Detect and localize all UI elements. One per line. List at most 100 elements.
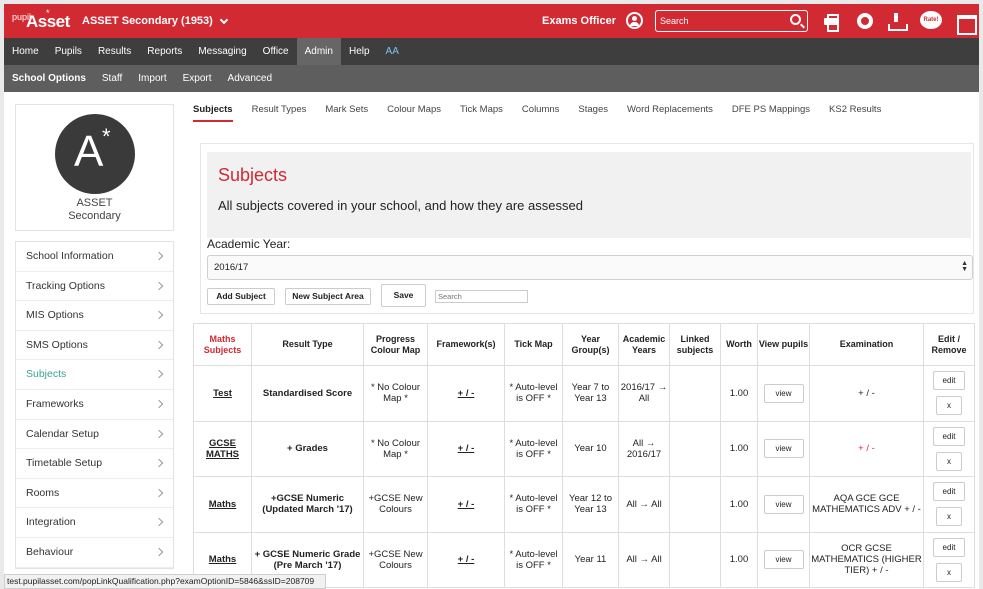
worth: 1.00	[720, 476, 758, 533]
sidebar-item-rooms[interactable]: Rooms	[16, 479, 173, 509]
sidebar-item-label: School Information	[26, 250, 114, 262]
pupil-asset-logo[interactable]: pupil Asset *	[12, 8, 70, 34]
remove-button[interactable]: x	[936, 451, 962, 471]
table-header-row: Maths Subjects Result Type Progress Colo…	[193, 323, 975, 366]
subject-link[interactable]: Maths	[209, 554, 236, 565]
user-icon[interactable]	[626, 12, 643, 29]
tab-columns[interactable]: Columns	[522, 104, 560, 122]
nav-aa[interactable]: AA	[378, 38, 407, 65]
sidebar-item-label: Subjects	[26, 368, 67, 381]
subnav-school-options[interactable]: School Options	[4, 65, 94, 92]
new-subject-area-button[interactable]: New Subject Area	[285, 288, 371, 305]
year-groups: Year 10	[562, 420, 619, 477]
framework-link[interactable]: + / -	[458, 388, 475, 399]
sub-nav: School Options Staff Import Export Advan…	[4, 65, 979, 92]
view-pupils-button[interactable]: view	[763, 550, 804, 570]
sidebar-item-mis-options[interactable]: MIS Options	[16, 301, 173, 331]
result-type: +GCSE Numeric (Updated March '17)	[251, 476, 364, 533]
framework-link[interactable]: + / -	[458, 443, 475, 454]
tick-map: * Auto-level is OFF *	[504, 531, 563, 588]
examination[interactable]: OCR GCSE MATHEMATICS (HIGHER TIER) + / -	[809, 531, 924, 588]
nav-messaging[interactable]: Messaging	[190, 38, 254, 65]
view-pupils-button[interactable]: view	[763, 439, 804, 459]
subject-link[interactable]: Test	[213, 388, 232, 399]
nav-admin[interactable]: Admin	[296, 38, 341, 65]
remove-button[interactable]: x	[936, 562, 962, 582]
subnav-advanced[interactable]: Advanced	[220, 65, 280, 92]
tick-map: * Auto-level is OFF *	[504, 420, 563, 477]
nav-results[interactable]: Results	[90, 38, 139, 65]
colour-map: +GCSE New Colours	[363, 531, 428, 588]
edit-button[interactable]: edit	[933, 482, 965, 502]
sidebar-item-label: Calendar Setup	[26, 427, 99, 440]
framework-link[interactable]: + / -	[458, 499, 475, 510]
subject-search-input[interactable]	[435, 290, 528, 303]
sidebar-item-timetable-setup[interactable]: Timetable Setup	[16, 449, 173, 479]
tab-mark-sets[interactable]: Mark Sets	[325, 104, 368, 122]
view-pupils-button[interactable]: view	[763, 494, 804, 514]
chevron-right-icon	[154, 370, 164, 379]
edit-button[interactable]: edit	[933, 371, 965, 391]
save-button[interactable]: Save	[381, 284, 426, 307]
panel-header	[207, 152, 971, 238]
chevron-right-icon	[154, 429, 164, 438]
nav-pupils[interactable]: Pupils	[47, 38, 90, 65]
remove-button[interactable]: x	[936, 507, 962, 527]
add-subject-button[interactable]: Add Subject	[207, 288, 275, 305]
subnav-staff[interactable]: Staff	[94, 65, 130, 92]
sidebar-item-school-information[interactable]: School Information	[16, 242, 173, 272]
col-academic-years: Academic Years	[618, 323, 670, 366]
nav-help[interactable]: Help	[341, 38, 378, 65]
tab-word-replacements[interactable]: Word Replacements	[627, 104, 713, 122]
role-label[interactable]: Exams Officer	[542, 15, 616, 27]
examination[interactable]: AQA GCE GCE MATHEMATICS ADV + / -	[809, 476, 924, 533]
tab-tick-maps[interactable]: Tick Maps	[460, 104, 503, 122]
year-groups: Year 11	[562, 531, 619, 588]
sidebar-item-subjects[interactable]: Subjects	[16, 360, 173, 390]
sidebar-item-sms-options[interactable]: SMS Options	[16, 331, 173, 361]
nav-office[interactable]: Office	[255, 38, 297, 65]
tab-result-types[interactable]: Result Types	[252, 104, 307, 122]
chevron-right-icon	[154, 281, 164, 290]
sidebar-item-tracking-options[interactable]: Tracking Options	[16, 272, 173, 302]
download-icon[interactable]	[888, 13, 908, 31]
tab-dfe-ps-mappings[interactable]: DFE PS Mappings	[732, 104, 810, 122]
view-pupils-button[interactable]: view	[763, 383, 804, 403]
sidebar-item-frameworks[interactable]: Frameworks	[16, 390, 173, 420]
table-row: Test Standardised Score * No Colour Map …	[193, 365, 975, 422]
linked-subjects	[669, 365, 721, 422]
sidebar-item-label: Behaviour	[26, 545, 74, 558]
rate-chat-icon[interactable]: Rate!	[920, 11, 942, 29]
framework-link[interactable]: + / -	[458, 554, 475, 565]
sidebar-item-calendar-setup[interactable]: Calendar Setup	[16, 420, 173, 450]
tab-subjects[interactable]: Subjects	[193, 104, 233, 122]
worth: 1.00	[720, 531, 758, 588]
print-icon[interactable]	[823, 13, 839, 32]
sidebar-item-integration[interactable]: Integration	[16, 508, 173, 538]
nav-home[interactable]: Home	[4, 38, 47, 65]
remove-button[interactable]: x	[936, 396, 962, 416]
edit-button[interactable]: edit	[933, 426, 965, 446]
top-search-input[interactable]	[656, 11, 781, 31]
calendar-icon[interactable]	[957, 13, 977, 35]
subject-link[interactable]: Maths	[209, 499, 236, 510]
tab-stages[interactable]: Stages	[578, 104, 608, 122]
top-search	[655, 10, 808, 32]
school-selector[interactable]: ASSET Secondary (1953)	[82, 15, 229, 27]
nav-reports[interactable]: Reports	[139, 38, 190, 65]
help-icon[interactable]	[857, 13, 873, 29]
edit-button[interactable]: edit	[933, 537, 965, 557]
tab-colour-maps[interactable]: Colour Maps	[387, 104, 441, 122]
subject-link[interactable]: GCSE MATHS	[206, 438, 239, 460]
sidebar-item-behaviour[interactable]: Behaviour	[16, 538, 173, 568]
col-edit-remove: Edit / Remove	[923, 323, 975, 366]
tab-ks2-results[interactable]: KS2 Results	[829, 104, 881, 122]
chevron-right-icon	[154, 488, 164, 497]
search-icon[interactable]	[790, 14, 801, 25]
examination[interactable]: + / -	[809, 365, 924, 422]
sidebar-item-label: Frameworks	[26, 397, 84, 410]
subnav-import[interactable]: Import	[130, 65, 174, 92]
academic-year-select[interactable]: 2016/17 ▲ ▼	[207, 255, 973, 280]
subnav-export[interactable]: Export	[175, 65, 220, 92]
examination[interactable]: + / -	[809, 420, 924, 477]
